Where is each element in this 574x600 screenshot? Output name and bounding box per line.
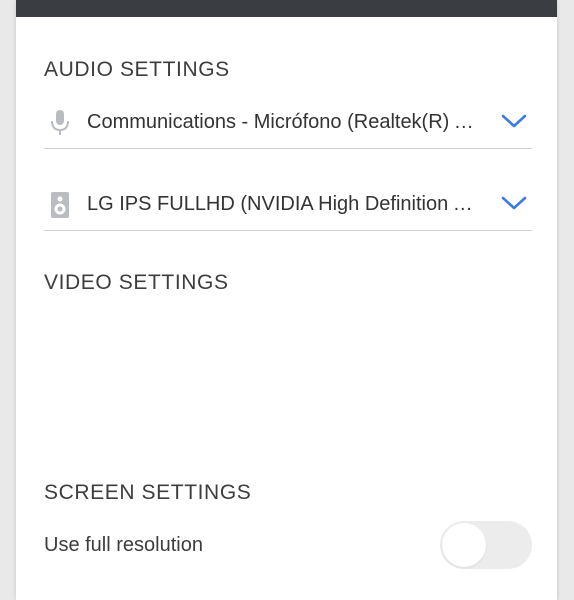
toggle-knob: [442, 523, 486, 567]
screen-settings-title: SCREEN SETTINGS: [44, 481, 252, 504]
settings-panel: AUDIO SETTINGS Communications - Micrófon…: [16, 0, 557, 600]
full-resolution-toggle[interactable]: [440, 521, 532, 569]
chevron-down-icon[interactable]: [500, 194, 528, 212]
speaker-icon: [51, 192, 69, 218]
full-resolution-label: Use full resolution: [44, 534, 203, 556]
top-bar: [16, 0, 557, 17]
microphone-select-value: Communications - Micrófono (Realtek(R) A…: [87, 111, 477, 133]
microphone-icon: [51, 110, 69, 135]
speaker-select[interactable]: LG IPS FULLHD (NVIDIA High Definition Au…: [44, 180, 532, 231]
microphone-select[interactable]: Communications - Micrófono (Realtek(R) A…: [44, 98, 532, 149]
audio-settings-title: AUDIO SETTINGS: [44, 58, 230, 81]
speaker-select-value: LG IPS FULLHD (NVIDIA High Definition Au…: [87, 193, 477, 215]
video-settings-title: VIDEO SETTINGS: [44, 271, 229, 294]
chevron-down-icon[interactable]: [500, 112, 528, 130]
